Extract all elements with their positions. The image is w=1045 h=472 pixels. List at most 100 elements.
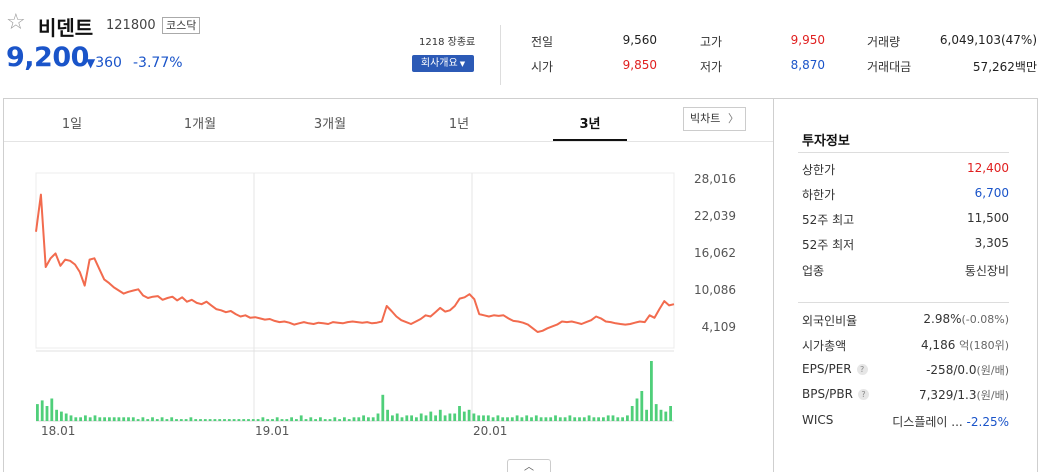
bps-pbr-unit: (원/배): [976, 389, 1009, 402]
volume-bar: [491, 417, 495, 422]
volume-bar: [410, 415, 413, 421]
volume-bar: [424, 415, 428, 421]
info-label: 52주 최저: [802, 238, 855, 252]
volume-bar: [578, 417, 581, 422]
market-status: 1218 장종료: [419, 37, 476, 48]
price-change: ▼360: [86, 55, 122, 71]
help-icon[interactable]: ?: [856, 364, 868, 375]
foreign-ratio-value: 2.98%: [923, 312, 962, 326]
trade-amount-label: 거래대금: [867, 60, 912, 74]
volume-bar: [515, 415, 519, 421]
volume-bar: [338, 419, 341, 421]
price-chart[interactable]: 28,016 22,039 16,062 10,086 4,109 18.01 19.01 2…: [4, 143, 773, 472]
volume-label: 거래량: [867, 35, 901, 49]
volume-bar: [635, 398, 639, 421]
change-amount: 360: [95, 55, 122, 71]
big-chart-button[interactable]: 빅차트 〉: [683, 107, 746, 131]
info-row-52w-low: 52주 최저 3,305: [802, 236, 1009, 254]
favorite-star-icon[interactable]: ☆: [6, 12, 28, 34]
volume-bar: [386, 409, 389, 422]
volume-bar: [391, 415, 394, 421]
volume-bar: [179, 419, 183, 421]
high-value: 9,950: [790, 33, 825, 47]
volume-bar: [462, 411, 466, 421]
volume-bar: [381, 394, 385, 422]
info-value: 디스플레이 ... -2.25%: [892, 413, 1009, 430]
volume-bar: [304, 419, 308, 421]
y-tick-label: 22,039: [694, 209, 736, 223]
volume-bar: [400, 417, 404, 422]
volume-bar: [93, 415, 97, 421]
volume-bar: [131, 417, 135, 422]
bps-pbr-value: 7,329/1.3: [918, 388, 977, 402]
volume-bar: [554, 415, 557, 421]
y-tick-label: 28,016: [694, 172, 736, 186]
price-line: [35, 193, 675, 333]
volume-bar: [256, 419, 260, 421]
info-label: 52주 최고: [802, 213, 855, 227]
info-label: 상한가: [802, 163, 836, 177]
info-row-lower-limit: 하한가 6,700: [802, 186, 1009, 204]
tab-3-months[interactable]: 3개월: [290, 113, 370, 132]
volume-bar: [534, 415, 538, 421]
tab-1-year[interactable]: 1년: [419, 113, 499, 132]
active-tab-indicator: [553, 139, 627, 141]
volume-bar: [189, 417, 193, 422]
volume-bar: [227, 419, 231, 421]
volume-bar: [223, 419, 226, 421]
volume-bar: [563, 417, 567, 422]
tab-3-years[interactable]: 3년: [550, 113, 630, 132]
volume-bar: [69, 415, 73, 421]
volume-bar: [333, 417, 337, 422]
volume-bar: [203, 419, 207, 421]
info-value: 3,305: [974, 236, 1009, 250]
period-tabs: 1일 1개월 3개월 1년 3년 빅차트 〉: [4, 99, 773, 142]
volume-bar: [664, 411, 668, 421]
wics-sector-link[interactable]: 디스플레이 ...: [892, 415, 962, 429]
company-overview-button[interactable]: 회사개요 ▼: [412, 55, 474, 72]
volume-bar: [88, 417, 92, 422]
volume-bar: [108, 417, 111, 422]
volume-bar: [103, 417, 106, 422]
volume-bar: [232, 419, 236, 421]
info-row-eps-per: EPS/PER? -258/0.0(원/배): [802, 362, 1009, 380]
volume-bar: [573, 417, 577, 422]
volume-bar: [117, 417, 121, 422]
volume-bar: [501, 417, 505, 422]
volume-bar: [371, 417, 375, 422]
info-value: 12,400: [967, 161, 1009, 175]
volume-bar: [50, 398, 54, 421]
volume-bar: [558, 417, 562, 422]
help-icon[interactable]: ?: [857, 389, 869, 400]
volume-bar: [582, 417, 586, 422]
volume-bar: [472, 413, 476, 421]
volume-bar: [669, 406, 672, 421]
chart-scroll-handle[interactable]: ︿: [507, 459, 551, 472]
info-row-market-cap: 시가총액 4,186 억(180위): [802, 337, 1009, 355]
volume-bar: [549, 417, 553, 422]
volume-bar: [640, 391, 644, 421]
volume-bar: [530, 417, 533, 422]
market-badge: 코스닥: [162, 17, 201, 34]
volume-bar: [208, 419, 212, 421]
volume-bar: [496, 415, 500, 421]
volume-bar: [323, 419, 327, 421]
info-value: -258/0.0(원/배): [926, 362, 1009, 378]
divider: [798, 152, 1009, 153]
volume-bar: [458, 406, 461, 421]
volume-bar: [280, 419, 284, 421]
chevron-right-icon: 〉: [728, 112, 739, 125]
x-tick-label: 18.01: [41, 424, 75, 438]
volume-bar: [438, 409, 442, 422]
eps-per-label: EPS/PER: [802, 362, 852, 376]
low-label: 저가: [700, 60, 723, 74]
volume-bar: [122, 417, 126, 422]
info-label: EPS/PER?: [802, 362, 868, 376]
tab-1-month[interactable]: 1개월: [160, 113, 240, 132]
volume-bar: [539, 417, 543, 422]
tab-1-day[interactable]: 1일: [32, 113, 112, 132]
volume-bar: [40, 400, 44, 421]
y-tick-label: 4,109: [702, 320, 736, 334]
volume-bar: [295, 419, 298, 421]
volume-bar: [112, 417, 116, 422]
